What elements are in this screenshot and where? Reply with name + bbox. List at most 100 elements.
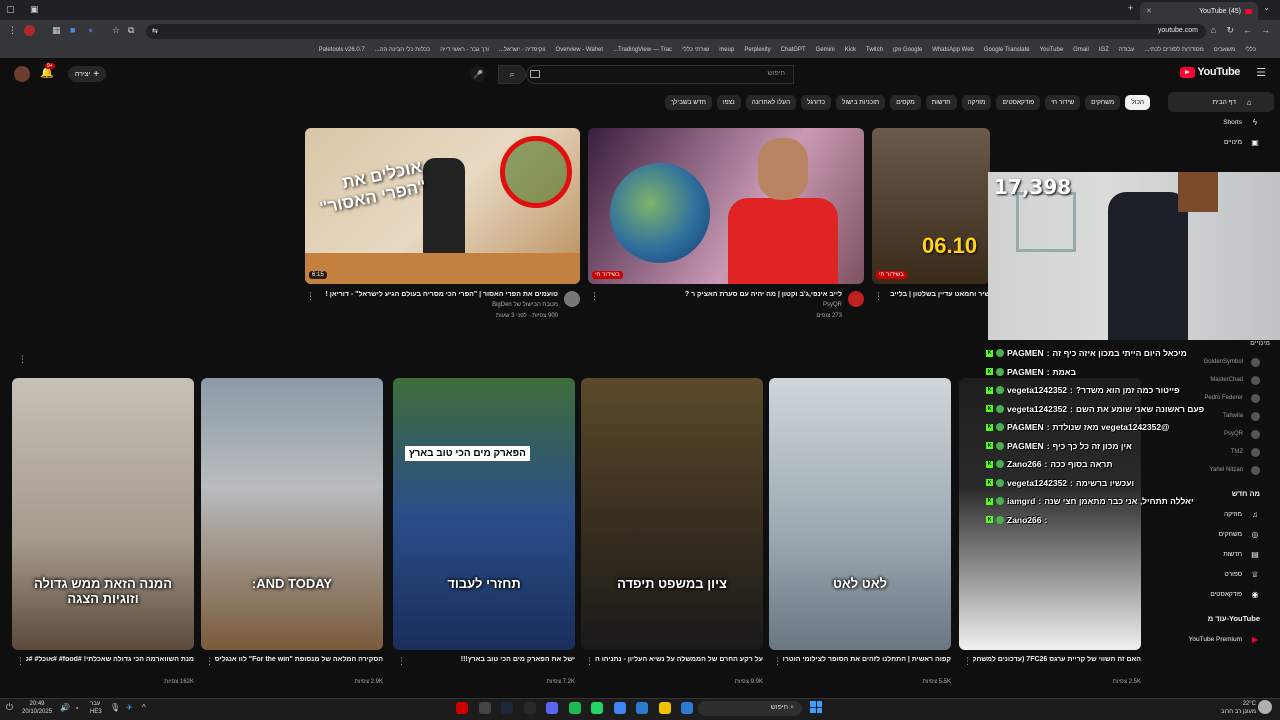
more-actions-icon[interactable]: ⋮ — [205, 656, 214, 667]
channel-name[interactable]: מטבח הבישול של BigDen — [318, 302, 558, 308]
filter-chip[interactable]: חדש בשבילך — [664, 95, 712, 110]
sidebar-item-premium[interactable]: YouTube Premium ▶ — [1162, 629, 1280, 649]
tab-search-icon[interactable]: ▣ — [30, 4, 39, 15]
short-thumbnail[interactable]: לאט לאט — [769, 378, 951, 650]
bookmark-item[interactable]: Twitch — [866, 47, 883, 53]
short-title[interactable]: על רקע החרם של הממשלה על נשיא העליון - נ… — [595, 656, 763, 663]
new-tab-icon[interactable]: + — [1128, 3, 1133, 13]
bookmark-item[interactable]: WhatsApp Web — [932, 47, 974, 53]
more-actions-icon[interactable]: ⋮ — [773, 656, 782, 667]
steam-icon[interactable] — [501, 702, 513, 714]
site-settings-icon[interactable]: ⇆ — [152, 27, 158, 35]
back-icon[interactable]: → — [1261, 25, 1270, 35]
bookmark-item[interactable]: Paletools v26.0.7 — [319, 47, 365, 53]
windows-start-icon[interactable] — [810, 701, 822, 713]
bookmark-item[interactable]: Kick — [845, 47, 856, 53]
video-thumbnail[interactable]: בשידור חי — [588, 128, 864, 284]
video-thumbnail[interactable]: 06.10 בשידור חי — [872, 128, 990, 284]
filter-chip[interactable]: מוזיקה — [961, 95, 992, 110]
youtube-logo[interactable]: YouTube — [1180, 66, 1240, 78]
more-actions-icon[interactable]: ⋮ — [585, 656, 594, 667]
filter-chip[interactable]: העלו לאחרונה — [745, 95, 797, 110]
search-input[interactable]: חיפוש — [526, 65, 794, 84]
spotify-icon[interactable] — [568, 702, 581, 714]
window-chevron-icon[interactable]: ⌄ — [1263, 3, 1270, 12]
tab-youtube[interactable]: (45) YouTube ✕ — [1140, 2, 1258, 20]
shorts-more-icon[interactable]: ⋮ — [18, 354, 27, 365]
bookmark-item[interactable]: ורך גבר - ראשי דייה — [440, 47, 489, 53]
bookmark-item[interactable]: מסודרות לסורים לכתי... — [1144, 47, 1203, 53]
bookmark-item[interactable]: ChatGPT — [781, 47, 806, 53]
video-thumbnail[interactable]: אוכלים את "הפרי האסור" 6:15 — [305, 128, 580, 284]
bookmark-item[interactable]: משאבים — [1214, 47, 1235, 53]
filter-chip[interactable]: שידור חי — [1045, 95, 1081, 110]
screenshot-icon[interactable]: ⧉ — [128, 25, 134, 36]
sidebar-item-2[interactable]: מינויים ▣ — [1162, 132, 1280, 152]
clock[interactable]: 20:49 20/10/2025 — [22, 700, 52, 716]
sidebar-item-1[interactable]: Shorts ϟ — [1162, 112, 1280, 132]
filter-chip[interactable]: משחקים — [1085, 95, 1121, 110]
bookmark-item[interactable]: TradingView — Trac... — [613, 47, 672, 53]
bookmark-item[interactable]: Gmail — [1073, 47, 1089, 53]
mic-tray-icon[interactable]: 🎙 — [110, 703, 120, 712]
video-title[interactable]: לייב אינפי,ג'ב וקטון | מה יהיה עם סערת ה… — [602, 291, 842, 298]
reload-icon[interactable]: ↻ — [1226, 25, 1234, 36]
bookmark-item[interactable]: IGZ — [1099, 47, 1109, 53]
short-title[interactable]: הסקירה המלאה של מנסופת "For the win" לוו… — [215, 656, 383, 663]
chrome-icon[interactable] — [613, 702, 626, 714]
bookmark-item[interactable]: Google Translate — [984, 47, 1030, 53]
telegram-icon[interactable]: ✈ — [126, 703, 133, 712]
more-actions-icon[interactable]: ⋮ — [306, 291, 315, 302]
bookmark-item[interactable]: ווקיפדיה - ישראל... — [499, 47, 546, 53]
notifications-button[interactable]: 🔔 9+ — [40, 63, 55, 79]
avatar[interactable] — [14, 66, 30, 82]
sidebar-explore-item[interactable]: ספורט ♕ — [1162, 564, 1280, 584]
language-indicator[interactable]: עבר HE3 — [90, 700, 102, 716]
discord-icon[interactable] — [546, 702, 558, 714]
search-button[interactable]: ⌕ — [498, 65, 526, 84]
bookmark-item[interactable]: Perplexity — [744, 47, 770, 53]
more-actions-icon[interactable]: ⋮ — [590, 291, 599, 302]
filter-chip[interactable]: פודקאסטים — [996, 95, 1041, 110]
profile-icon[interactable] — [24, 25, 35, 36]
bookmark-item[interactable]: עבודה — [1119, 47, 1135, 53]
wifi-icon[interactable]: ◔ — [74, 704, 79, 713]
keyboard-icon[interactable] — [530, 70, 540, 78]
short-title[interactable]: האם זה השווי של קריית ערגס 7FC26 (עדכוני… — [973, 656, 1141, 663]
tray-chevron-icon[interactable]: ^ — [142, 703, 146, 712]
more-actions-icon[interactable]: ⋮ — [397, 656, 406, 667]
extension-icon[interactable]: ■ — [70, 25, 75, 35]
short-thumbnail[interactable]: תחזרי לעבוד הפארק מים הכי טוב בארץ — [393, 378, 575, 650]
channel-avatar[interactable] — [848, 291, 864, 307]
filter-chip[interactable]: הכול — [1125, 95, 1150, 110]
short-thumbnail[interactable]: המנה הזאת ממש גדולה וזוגיות הצגה — [12, 378, 194, 650]
bookmark-item[interactable]: YouTube — [1040, 47, 1064, 53]
channel-name[interactable]: PsyQR — [602, 302, 842, 308]
bookmark-item[interactable]: ככלות כלי הבינה הה... — [375, 47, 431, 53]
extension-icon[interactable]: ● — [88, 25, 93, 35]
short-thumbnail[interactable]: ציון במשפט תיפדה — [581, 378, 763, 650]
sidebar-explore-item[interactable]: פודקאסטים ◉ — [1162, 584, 1280, 604]
voice-search-button[interactable]: 🎤 — [470, 66, 486, 82]
sidebar-item-0[interactable]: דף הבית ⌂ — [1168, 92, 1274, 112]
filter-chip[interactable]: נצפו — [716, 95, 741, 110]
power-icon[interactable]: ⏻ — [6, 702, 13, 713]
menu-hamburger-icon[interactable]: ☰ — [1256, 66, 1266, 79]
more-actions-icon[interactable]: ⋮ — [963, 656, 972, 667]
bookmark-item[interactable]: כללי — [1245, 47, 1256, 53]
filter-chip[interactable]: מקסים — [890, 95, 921, 110]
filter-chip[interactable]: חדשות — [925, 95, 957, 110]
bookmark-item[interactable]: Google ווקן — [893, 47, 922, 53]
close-tab-icon[interactable]: ✕ — [1146, 7, 1152, 15]
short-title[interactable]: ישל את הפארק מים הכי טוב בארץ!!! — [407, 656, 575, 663]
short-title[interactable]: קפוה ראשית | התחלנו לזהים את הסופר לצילו… — [783, 656, 951, 663]
bookmark-item[interactable]: שורתי כללי — [682, 47, 709, 53]
bookmark-item[interactable]: Gemini — [816, 47, 835, 53]
video-title[interactable]: טועמים את הפרי האסור | "הפרי הכי מסריח ב… — [318, 291, 558, 298]
sidebar-explore-item[interactable]: חדשות ▤ — [1162, 544, 1280, 564]
weather-widget[interactable]: 22°C מעונן רב הרוב — [1212, 700, 1256, 716]
photos-icon[interactable] — [681, 702, 693, 714]
more-actions-icon[interactable]: ⋮ — [16, 656, 25, 667]
forward-icon[interactable]: ← — [1243, 25, 1252, 35]
bookmark-star-icon[interactable]: ☆ — [112, 25, 120, 36]
